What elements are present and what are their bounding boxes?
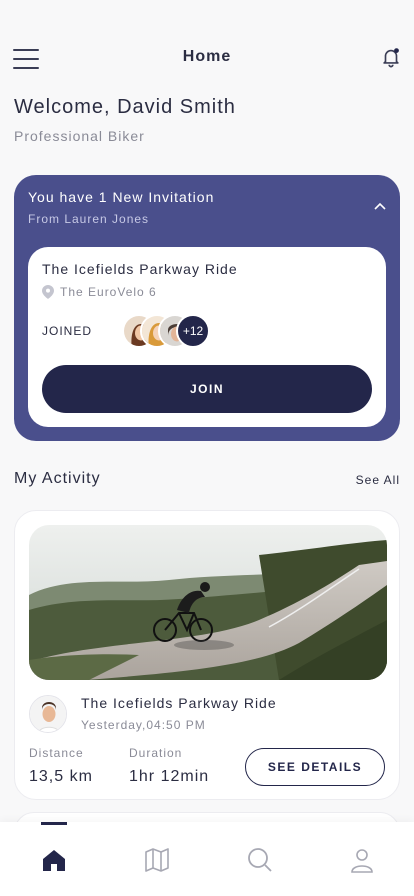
- chevron-up-icon[interactable]: [372, 201, 388, 213]
- bottom-tab-bar: [0, 822, 414, 896]
- activity-time: Yesterday,04:50 PM: [81, 718, 206, 732]
- page-title: Home: [182, 48, 232, 65]
- activity-card[interactable]: The Icefields Parkway Ride Yesterday,04:…: [14, 510, 400, 800]
- active-tab-indicator: [41, 822, 67, 825]
- search-icon[interactable]: [246, 846, 274, 874]
- duration-label: Duration: [129, 746, 183, 760]
- see-details-button[interactable]: SEE DETAILS: [245, 748, 385, 786]
- invitation-card: You have 1 New Invitation From Lauren Jo…: [14, 175, 400, 441]
- distance-label: Distance: [29, 746, 84, 760]
- joined-label: JOINED: [42, 324, 93, 338]
- map-icon[interactable]: [143, 846, 171, 874]
- invited-ride-card: The Icefields Parkway Ride The EuroVelo …: [28, 247, 386, 427]
- welcome-heading: Welcome, David Smith: [14, 96, 236, 118]
- top-bar: Home: [0, 40, 414, 76]
- ride-location: The EuroVelo 6: [42, 285, 157, 299]
- location-pin-icon: [42, 285, 54, 299]
- ride-photo: [29, 525, 387, 680]
- see-all-link[interactable]: See All: [356, 473, 400, 487]
- distance-value: 13,5 km: [29, 768, 93, 785]
- user-role: Professional Biker: [14, 128, 145, 144]
- activity-name: The Icefields Parkway Ride: [81, 695, 277, 711]
- invitation-from: From Lauren Jones: [28, 212, 150, 226]
- activity-section-title: My Activity: [14, 470, 101, 487]
- bell-icon[interactable]: [380, 46, 402, 68]
- home-icon[interactable]: [40, 846, 68, 874]
- ride-location-label: The EuroVelo 6: [60, 285, 157, 299]
- user-avatar: [29, 695, 67, 733]
- profile-icon[interactable]: [348, 846, 376, 874]
- join-button[interactable]: JOIN: [42, 365, 372, 413]
- more-members-badge: +12: [176, 314, 210, 348]
- duration-value: 1hr 12min: [129, 768, 210, 785]
- joined-avatars[interactable]: +12: [108, 314, 228, 350]
- ride-name: The Icefields Parkway Ride: [42, 261, 238, 277]
- invitation-title: You have 1 New Invitation: [28, 189, 215, 205]
